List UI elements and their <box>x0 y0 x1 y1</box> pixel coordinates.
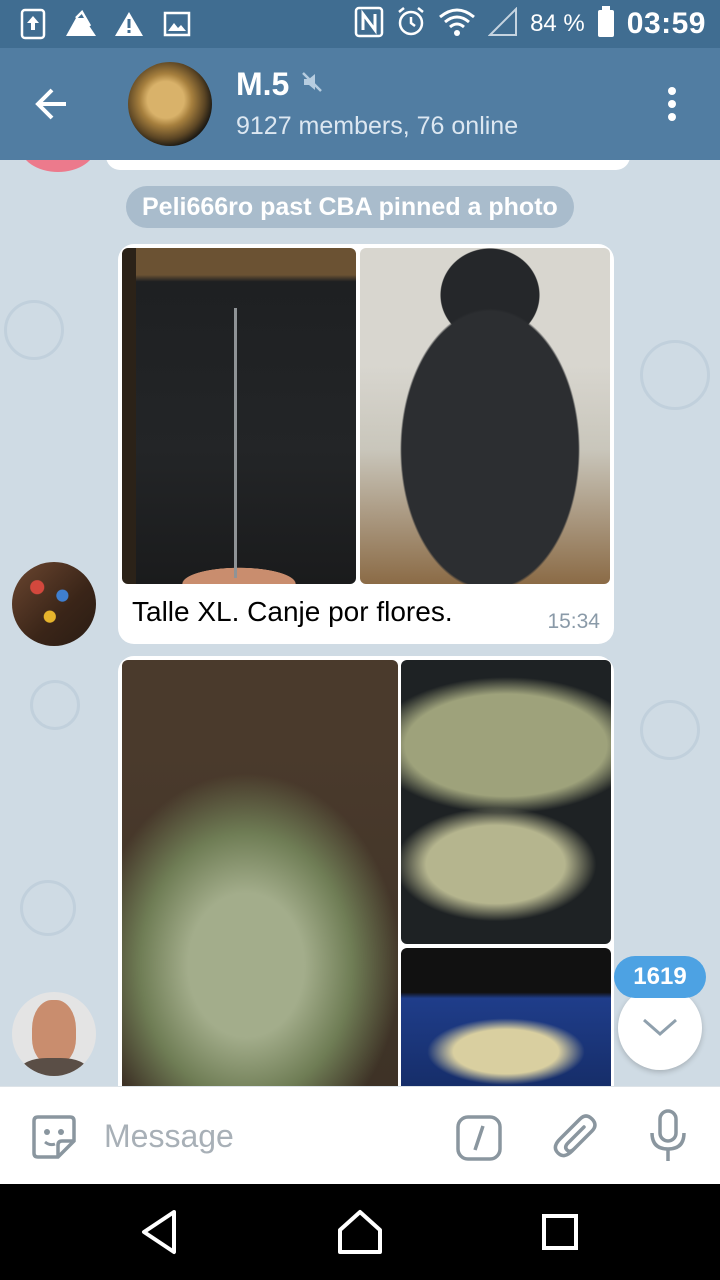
bot-commands-button[interactable] <box>456 1115 502 1161</box>
chat-title-row[interactable]: M.5 <box>236 66 323 103</box>
more-menu-button[interactable] <box>660 84 684 124</box>
voice-record-button[interactable] <box>646 1109 690 1165</box>
image-icon <box>160 8 194 40</box>
message-list[interactable]: Peli666ro past CBA pinned a photo Talle … <box>0 160 720 1086</box>
nfc-icon <box>354 6 384 43</box>
scroll-to-bottom-button[interactable] <box>618 986 702 1070</box>
back-button[interactable] <box>30 84 78 124</box>
alarm-icon <box>396 6 426 43</box>
more-vertical-icon <box>668 87 676 121</box>
avatar-shirt <box>20 1058 88 1076</box>
slash-command-icon <box>456 1115 502 1161</box>
jacket-front-photo[interactable] <box>122 248 356 584</box>
previous-message-bubble[interactable] <box>106 160 630 170</box>
sticker-icon <box>32 1115 76 1159</box>
back-arrow-icon <box>35 88 66 120</box>
pinned-service-message[interactable]: Peli666ro past CBA pinned a photo <box>126 186 574 228</box>
battery-icon <box>597 5 615 43</box>
jacket-zipper <box>234 308 237 578</box>
square-recents-icon <box>542 1214 578 1250</box>
triangle-back-icon <box>142 1210 176 1254</box>
system-navigation-bar <box>0 1184 720 1280</box>
home-icon <box>338 1210 382 1254</box>
system-indicators: 84 % 03:59 <box>354 5 706 43</box>
avatar-face <box>32 1000 76 1064</box>
chat-title: M.5 <box>236 66 290 102</box>
message-input[interactable] <box>104 1111 434 1161</box>
sender-avatar[interactable] <box>12 992 96 1076</box>
message-bubble[interactable]: Talle XL. Canje por flores. 15:34 <box>118 244 614 644</box>
jacket-back-photo[interactable] <box>360 248 610 584</box>
drive-icon <box>64 8 98 40</box>
muted-icon <box>301 71 323 98</box>
previous-sender-avatar[interactable] <box>20 160 96 172</box>
wifi-icon <box>438 7 476 42</box>
chat-subtitle: 9127 members, 76 online <box>236 112 519 140</box>
sender-avatar[interactable] <box>12 562 96 646</box>
notification-icons <box>16 8 194 40</box>
nav-back-button[interactable] <box>134 1206 186 1258</box>
nav-recents-button[interactable] <box>534 1206 586 1258</box>
message-bubble[interactable] <box>118 656 614 1086</box>
unread-count-badge[interactable]: 1619 <box>614 956 706 998</box>
bud-closeup-photo[interactable] <box>122 660 398 1086</box>
signal-icon <box>487 6 518 42</box>
wallpaper-doodle <box>4 300 64 360</box>
emoji-sticker-button[interactable] <box>30 1113 78 1161</box>
battery-percent: 84 % <box>530 10 585 37</box>
microphone-icon <box>650 1109 686 1161</box>
wallpaper-doodle <box>640 700 700 760</box>
paperclip-icon <box>553 1114 597 1158</box>
chat-header: M.5 9127 members, 76 online <box>0 48 720 160</box>
bud-on-tray-photo[interactable] <box>401 948 611 1086</box>
nav-home-button[interactable] <box>334 1206 386 1258</box>
message-time: 15:34 <box>547 610 600 633</box>
chevron-down-icon <box>643 1018 677 1036</box>
status-bar: 84 % 03:59 <box>0 0 720 48</box>
message-composer <box>0 1086 720 1184</box>
upload-icon <box>16 8 50 40</box>
group-avatar[interactable] <box>128 62 212 146</box>
wallpaper-doodle <box>640 340 710 410</box>
wallpaper-doodle <box>30 680 80 730</box>
attach-button[interactable] <box>552 1111 600 1163</box>
warning-icon <box>112 8 146 40</box>
bud-top-photo[interactable] <box>401 660 611 944</box>
message-caption: Talle XL. Canje por flores. <box>132 596 453 627</box>
clock: 03:59 <box>626 7 706 40</box>
wallpaper-doodle <box>20 880 76 936</box>
